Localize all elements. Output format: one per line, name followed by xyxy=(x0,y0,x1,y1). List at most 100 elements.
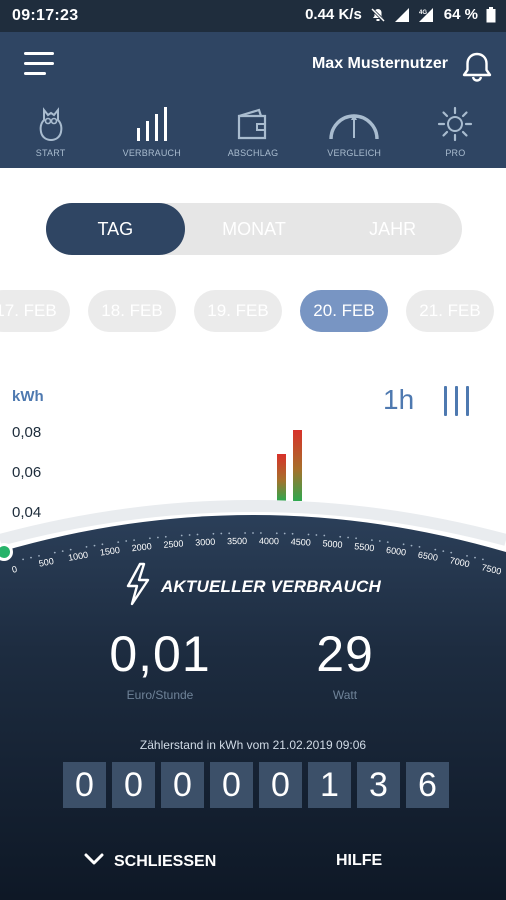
gauge-minor-tick xyxy=(38,555,40,557)
gauge-minor-tick xyxy=(196,533,199,536)
gauge-minor-tick xyxy=(93,544,96,547)
y-axis-unit: kWh xyxy=(12,388,44,405)
meter-digit: 1 xyxy=(308,762,351,808)
gauge-minor-tick xyxy=(291,532,294,535)
tab-tag[interactable]: TAG xyxy=(46,203,185,255)
cost-metric: 0,01 Euro/Stunde xyxy=(100,626,220,702)
nav-verbrauch[interactable]: VERBRAUCH xyxy=(101,104,202,166)
gauge-minor-tick xyxy=(402,543,405,546)
gauge-minor-tick xyxy=(212,532,215,535)
y-tick-label: 0,06 xyxy=(12,464,42,481)
help-button[interactable]: HILFE xyxy=(336,852,382,870)
gauge-minor-tick xyxy=(30,556,32,559)
nav-abschlag[interactable]: ABSCHLAG xyxy=(202,104,303,166)
meter-digit: 0 xyxy=(210,762,253,808)
bars-chart-icon xyxy=(135,104,169,142)
nav-start-label: START xyxy=(35,148,66,158)
gauge-minor-tick xyxy=(188,534,191,536)
nav-start[interactable]: START xyxy=(0,104,101,166)
gauge-minor-tick xyxy=(386,541,389,543)
date-chip-active[interactable]: 20. FEB xyxy=(300,290,388,332)
gauge-minor-tick xyxy=(466,555,468,557)
tab-jahr[interactable]: JAHR xyxy=(323,203,462,255)
chart-bar xyxy=(293,430,302,501)
status-icons: 0.44 K/s 4G 64 % xyxy=(305,6,496,23)
gauge-tick-label: 2500 xyxy=(163,538,184,550)
meter-digit: 0 xyxy=(63,762,106,808)
menu-button[interactable] xyxy=(24,52,56,78)
meter-digit: 3 xyxy=(357,762,400,808)
y-tick-label: 0,08 xyxy=(12,424,42,441)
gauge-minor-tick xyxy=(315,534,318,536)
resolution-toggle[interactable]: 1h xyxy=(383,384,414,416)
gauge-tick-label: 5000 xyxy=(322,538,343,550)
meter-reading-label: Zählerstand in kWh vom 21.02.2019 09:06 xyxy=(139,738,367,752)
gauge-minor-tick xyxy=(61,550,64,552)
gauge-minor-tick xyxy=(164,535,167,538)
date-chip[interactable]: 19. FEB xyxy=(194,290,282,332)
gauge-minor-tick xyxy=(347,536,349,539)
date-chip[interactable]: 17. FEB xyxy=(0,290,70,332)
power-unit: Watt xyxy=(332,688,358,702)
bar-chart-toggle-icon[interactable] xyxy=(442,386,472,416)
nav-verbrauch-label: VERBRAUCH xyxy=(122,148,181,158)
status-time: 09:17:23 xyxy=(12,7,79,24)
gauge-minor-tick xyxy=(482,558,484,561)
gauge-minor-tick xyxy=(434,548,437,551)
close-button[interactable]: SCHLIESSEN xyxy=(84,852,216,871)
username: Max Musternutzer xyxy=(311,55,448,72)
gauge-minor-tick xyxy=(323,534,326,537)
gauge-minor-tick xyxy=(371,539,373,541)
gauge-minor-tick xyxy=(418,546,421,548)
gauge-minor-tick xyxy=(133,539,136,541)
battery-percent: 64 % xyxy=(443,6,478,23)
gauge-minor-tick xyxy=(244,532,247,534)
date-chip[interactable]: 21. FEB xyxy=(406,290,494,332)
current-consumption-panel: 0 500 1000 1500 2000 2500 3000 3500 4000 4500 5000… xyxy=(0,500,506,900)
gauge-minor-tick xyxy=(85,546,88,548)
gauge-minor-tick xyxy=(228,532,231,535)
bell-icon[interactable] xyxy=(460,50,494,84)
wifi-signal-icon xyxy=(394,7,410,23)
gauge-minor-tick xyxy=(339,535,342,538)
nav-vergleich-label: VERGLEICH xyxy=(327,148,382,158)
power-metric: 29 Watt xyxy=(290,626,400,702)
chevron-down-icon xyxy=(84,852,104,871)
gauge-tick-label: 3000 xyxy=(195,537,215,548)
meter-digit: 0 xyxy=(112,762,155,808)
close-button-label: SCHLIESSEN xyxy=(114,852,217,870)
tab-monat[interactable]: MONAT xyxy=(185,203,324,255)
gauge-minor-tick xyxy=(252,532,254,534)
meter-digit: 0 xyxy=(161,762,204,808)
nav-vergleich[interactable]: VERGLEICH xyxy=(304,104,405,166)
gauge-minor-tick xyxy=(275,532,278,535)
status-bar: 09:17:23 0.44 K/s 4G 64 % xyxy=(0,0,506,32)
gauge-minor-tick xyxy=(125,540,128,542)
panel-footer: SCHLIESSEN HILFE xyxy=(0,852,506,882)
mute-icon xyxy=(370,7,386,23)
svg-text:4G: 4G xyxy=(419,10,427,16)
gauge-minor-tick xyxy=(378,540,381,542)
app-header: Max Musternutzer START VERBRAUCH ABSCHLA… xyxy=(0,32,506,168)
battery-icon xyxy=(486,6,496,23)
gauge-minor-tick xyxy=(410,544,413,547)
power-value: 29 xyxy=(316,626,374,682)
lightning-icon xyxy=(125,562,151,611)
gauge-minor-tick xyxy=(283,532,286,535)
nav-abschlag-label: ABSCHLAG xyxy=(227,148,279,158)
period-segmented-control: TAG MONAT JAHR xyxy=(46,203,462,255)
panel-title: AKTUELLER VERBRAUCH xyxy=(0,562,506,611)
meter-digit: 6 xyxy=(406,762,449,808)
nav-pro[interactable]: PRO xyxy=(405,104,506,166)
gauge-minor-tick xyxy=(180,534,183,537)
gauge-minor-tick xyxy=(117,541,120,543)
gauge-minor-tick xyxy=(260,532,262,534)
gauge-minor-tick xyxy=(220,532,223,535)
panel-title-text: AKTUELLER VERBRAUCH xyxy=(160,576,382,596)
date-chip[interactable]: 18. FEB xyxy=(88,290,176,332)
nav-pro-label: PRO xyxy=(445,148,466,158)
mobile-signal-icon: 4G xyxy=(418,7,436,23)
gauge-minor-tick xyxy=(157,536,159,539)
gauge-minor-tick xyxy=(355,537,357,540)
chart-bar xyxy=(277,454,286,501)
